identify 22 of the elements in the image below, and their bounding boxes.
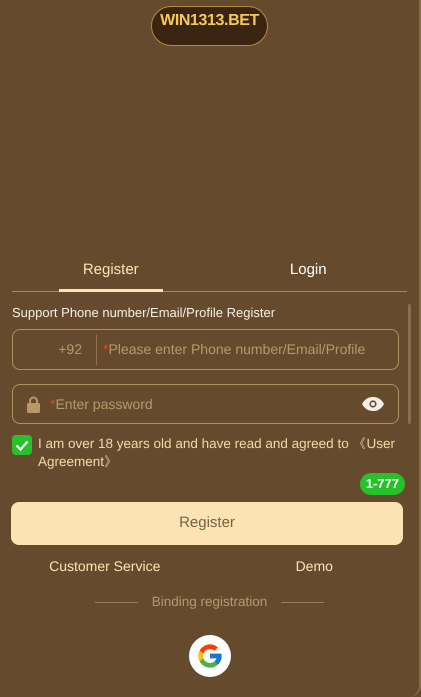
check-icon [15, 440, 29, 450]
lock-icon [27, 396, 40, 412]
google-login-button[interactable] [188, 635, 230, 678]
footer-link[interactable]: Demo [296, 556, 333, 577]
google-icon [196, 642, 224, 670]
register-button[interactable]: Register [11, 502, 403, 545]
footer-link[interactable]: Customer Service [49, 556, 160, 577]
tab[interactable]: Login [256, 251, 360, 292]
required-mark: * [103, 340, 108, 359]
agreement-text: I am over 18 years old and have read and agreed to 《User Agreement》 [38, 435, 396, 471]
scrollbar[interactable] [408, 304, 411, 424]
section-divider-label: Binding registration [152, 593, 268, 611]
logo: WIN1313.BET [151, 6, 268, 46]
agreement-checkbox[interactable] [12, 435, 32, 455]
field-hint: Support Phone number/Email/Profile Register [12, 304, 276, 321]
eye-icon[interactable] [362, 397, 384, 411]
account-input[interactable]: Please enter Phone number/Email/Profile [108, 339, 398, 360]
password-input[interactable]: Enter password [55, 394, 362, 414]
count-badge: 1-777 [360, 473, 405, 495]
required-mark: * [50, 394, 56, 414]
tab[interactable]: Register [58, 251, 163, 292]
country-code: +92 [57, 340, 83, 359]
